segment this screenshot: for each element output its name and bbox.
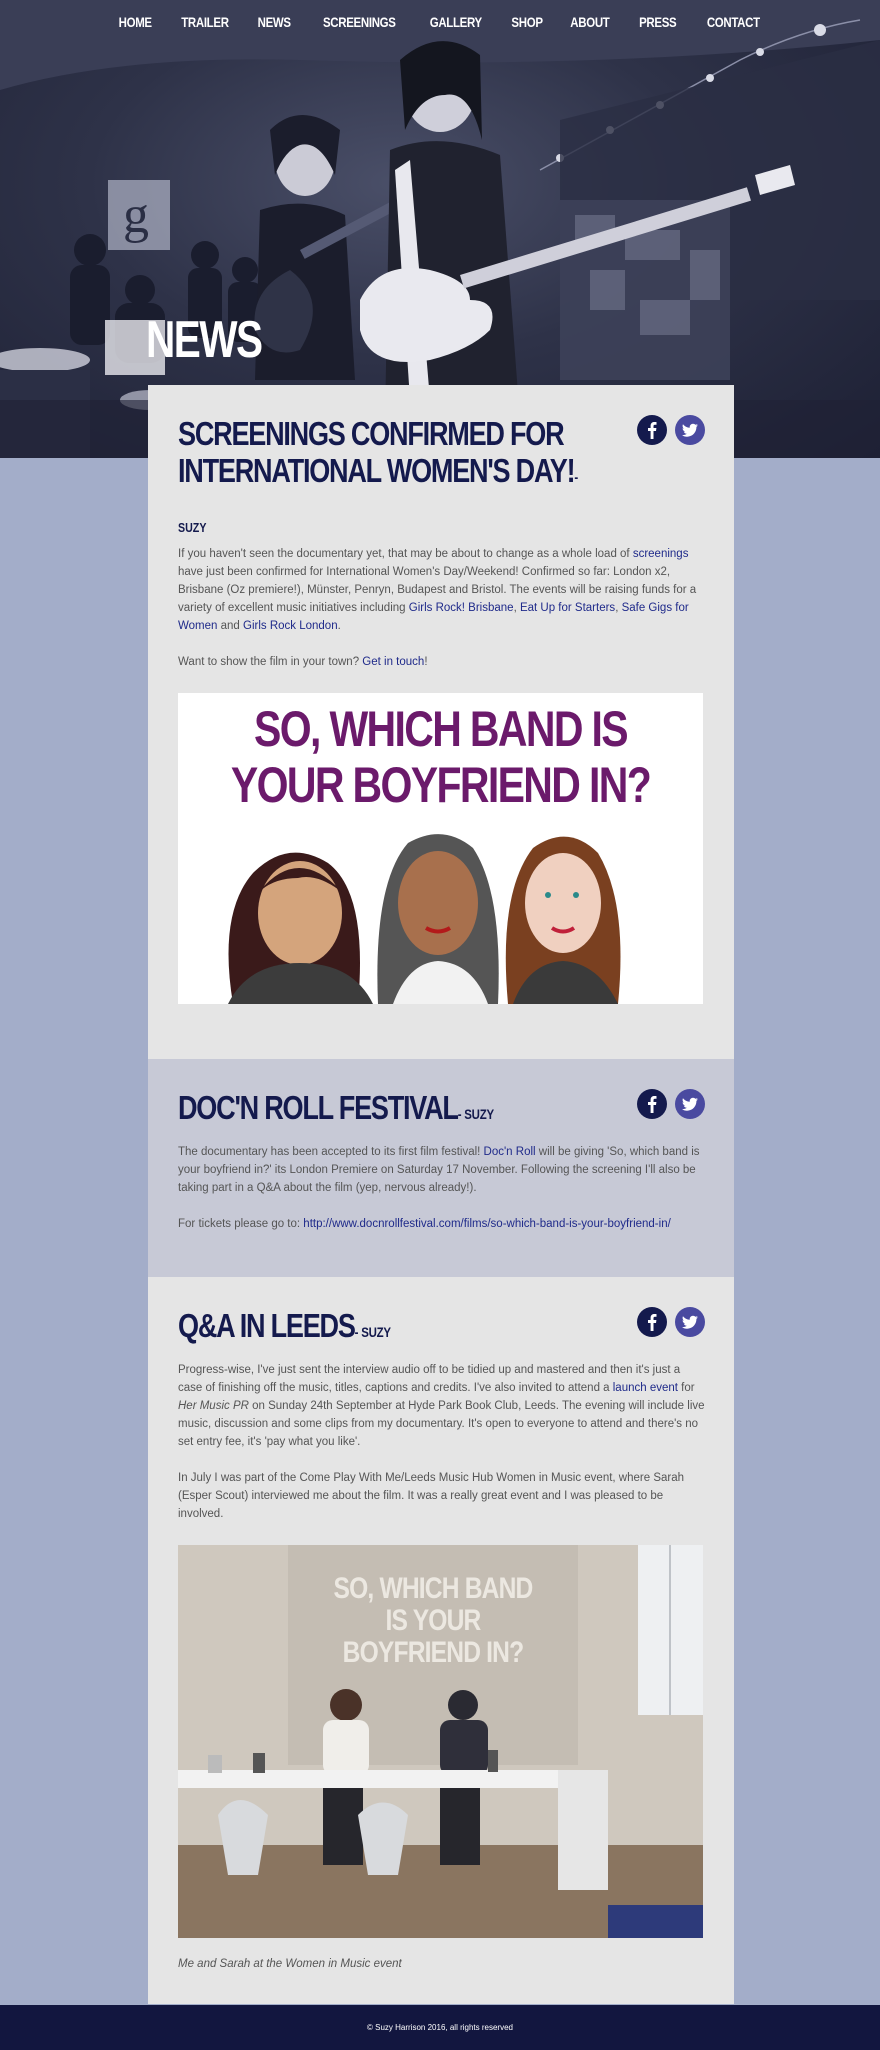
post-author: SUZY [178, 520, 207, 535]
post-byline: - SUZY [457, 1106, 494, 1122]
nav-item-about[interactable]: ABOUT [571, 14, 611, 30]
launch-event-link[interactable]: launch event [613, 1382, 678, 1394]
facebook-icon [637, 1089, 667, 1119]
text: The documentary has been accepted to its… [178, 1146, 484, 1158]
eat-up-link[interactable]: Eat Up for Starters [520, 602, 615, 614]
nav-item-gallery[interactable]: GALLERY [430, 14, 482, 30]
text: For tickets please go to: [178, 1218, 304, 1230]
text: on Sunday 24th September at Hyde Park Bo… [178, 1400, 705, 1448]
copyright-text: © Suzy Harrison 2016, all rights reserve… [367, 2023, 513, 2032]
facebook-share-button[interactable] [637, 1307, 667, 1337]
share-buttons [637, 415, 705, 445]
nav-item-contact[interactable]: CONTACT [706, 14, 759, 30]
post-paragraph: The documentary has been accepted to its… [178, 1143, 705, 1197]
post-paragraph: Want to show the film in your town? Get … [178, 653, 705, 671]
twitter-icon [675, 1307, 705, 1337]
post-title-text: SCREENINGS CONFIRMED FOR INTERNATIONAL W… [178, 415, 576, 489]
nav-item-trailer[interactable]: TRAILER [181, 14, 229, 30]
post-title[interactable]: SCREENINGS CONFIRMED FOR INTERNATIONAL W… [178, 415, 636, 496]
promo-image-text: SO, WHICH BAND IS YOUR BOYFRIEND IN? [230, 701, 652, 813]
news-post: Q&A IN LEEDS- SUZY Progress-wise, I've j… [148, 1277, 734, 2004]
post-title[interactable]: Q&A IN LEEDS- SUZY [178, 1307, 636, 1351]
news-post: DOC'N ROLL FESTIVAL- SUZY The documentar… [148, 1059, 734, 1277]
nav-item-shop[interactable]: SHOP [511, 14, 543, 30]
event-photo: SO, WHICH BAND IS YOUR BOYFRIEND IN? [178, 1545, 703, 1938]
post-paragraph: If you haven't seen the documentary yet,… [178, 545, 705, 635]
get-in-touch-link[interactable]: Get in touch [362, 656, 424, 668]
facebook-icon [637, 415, 667, 445]
girls-rock-brisbane-link[interactable]: Girls Rock! Brisbane [409, 602, 514, 614]
main-nav: HOME TRAILER NEWS SCREENINGS GALLERY SHO… [0, 14, 880, 32]
projected-title-text: SO, WHICH BAND IS YOUR BOYFRIEND IN? [333, 1572, 534, 1669]
text: Progress-wise, I've just sent the interv… [178, 1364, 681, 1394]
footer: © Suzy Harrison 2016, all rights reserve… [0, 2005, 880, 2050]
post-title-text: Q&A IN LEEDS [178, 1307, 356, 1344]
facebook-share-button[interactable] [637, 1089, 667, 1119]
nav-item-home[interactable]: HOME [118, 14, 151, 30]
nav-item-screenings[interactable]: SCREENINGS [323, 14, 396, 30]
screenings-link[interactable]: screenings [633, 548, 689, 560]
twitter-icon [675, 1089, 705, 1119]
text: ! [424, 656, 428, 668]
tickets-link[interactable]: http://www.docnrollfestival.com/films/so… [303, 1218, 671, 1230]
facebook-share-button[interactable] [637, 415, 667, 445]
twitter-share-button[interactable] [675, 1089, 705, 1119]
post-paragraph: For tickets please go to: http://www.doc… [178, 1215, 705, 1233]
facebook-icon [637, 1307, 667, 1337]
post-header: DOC'N ROLL FESTIVAL- SUZY [178, 1089, 705, 1133]
post-paragraph: Progress-wise, I've just sent the interv… [178, 1361, 705, 1451]
girls-rock-london-link[interactable]: Girls Rock London [243, 620, 338, 632]
post-paragraph: In July I was part of the Come Play With… [178, 1472, 684, 1520]
twitter-share-button[interactable] [675, 415, 705, 445]
text: for [677, 1382, 695, 1394]
text: . [337, 620, 341, 632]
nav-item-press[interactable]: PRESS [639, 14, 677, 30]
share-buttons [637, 1089, 705, 1119]
post-header: Q&A IN LEEDS- SUZY [178, 1307, 705, 1351]
twitter-share-button[interactable] [675, 1307, 705, 1337]
film-promo-image: SO, WHICH BAND IS YOUR BOYFRIEND IN? [178, 693, 703, 1004]
post-byline: - SUZY [354, 1324, 391, 1340]
text: Her Music PR [178, 1400, 249, 1412]
text: and [217, 620, 243, 632]
photo-caption: Me and Sarah at the Women in Music event [178, 1958, 402, 1970]
docnroll-link[interactable]: Doc'n Roll [484, 1146, 536, 1158]
nav-item-news[interactable]: NEWS [258, 14, 291, 30]
post-header: SCREENINGS CONFIRMED FOR INTERNATIONAL W… [178, 415, 705, 496]
post-title[interactable]: DOC'N ROLL FESTIVAL- SUZY [178, 1089, 636, 1133]
svg-text:g: g [123, 187, 149, 244]
page-title: NEWS [146, 311, 263, 369]
text: Want to show the film in your town? [178, 656, 363, 668]
share-buttons [637, 1307, 705, 1337]
illustrated-faces [228, 834, 621, 1004]
post-byline: - [574, 469, 578, 485]
news-post: SCREENINGS CONFIRMED FOR INTERNATIONAL W… [148, 385, 734, 1059]
twitter-icon [675, 415, 705, 445]
news-column: SCREENINGS CONFIRMED FOR INTERNATIONAL W… [148, 385, 734, 2004]
post-title-text: DOC'N ROLL FESTIVAL [178, 1089, 459, 1126]
text: If you haven't seen the documentary yet,… [178, 548, 633, 560]
